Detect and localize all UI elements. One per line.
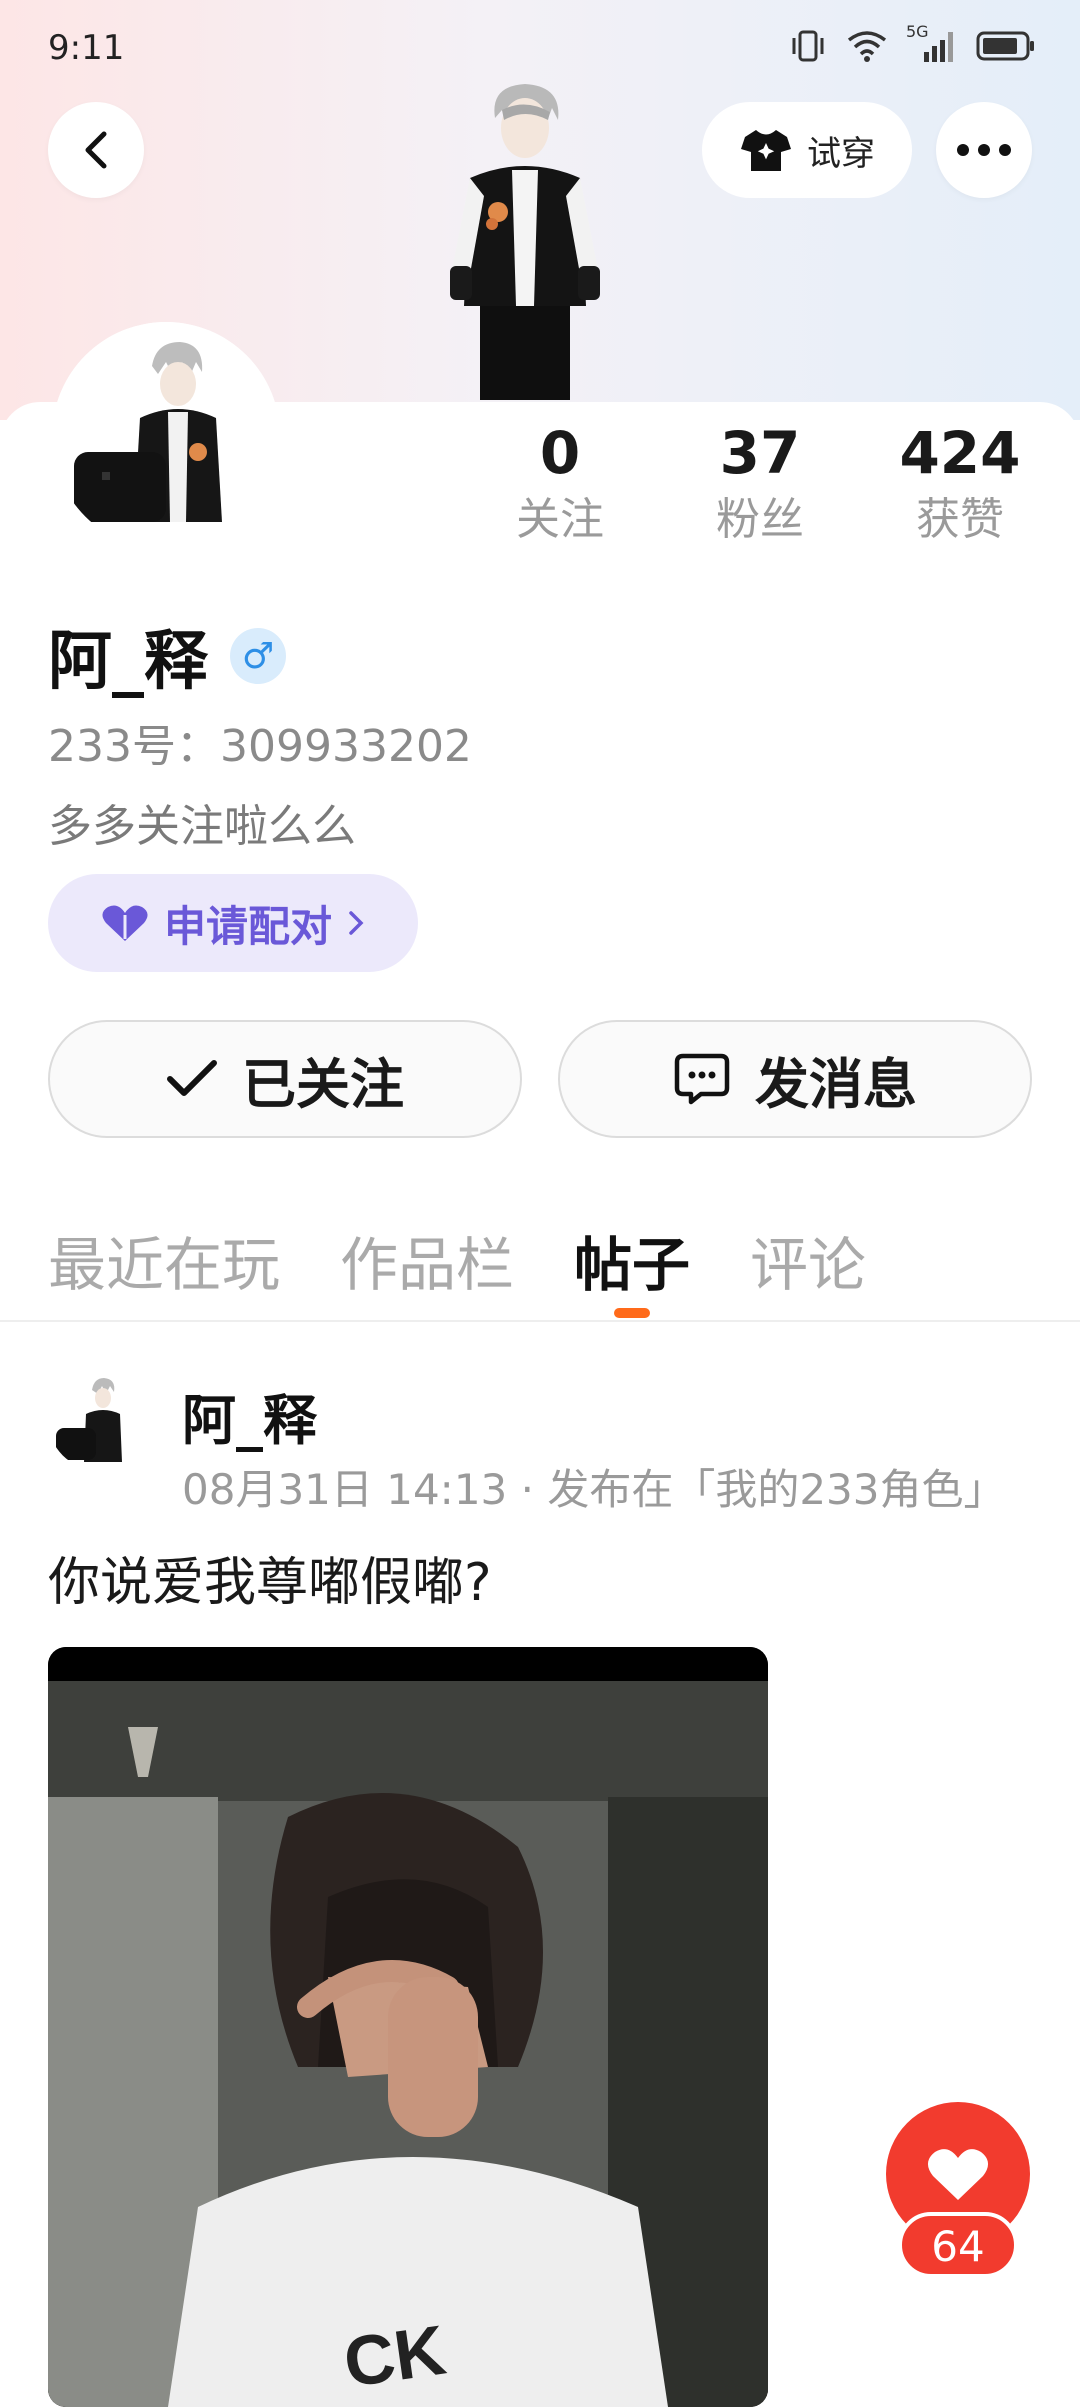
name-row: 阿_释 ♂ (48, 610, 286, 702)
active-tab-indicator (614, 1308, 651, 1318)
wifi-icon (847, 31, 887, 62)
post-image[interactable]: CK (48, 1647, 768, 2407)
stat-label: 获赞 (916, 494, 1004, 545)
avatar-character-illustration (450, 84, 600, 400)
svg-text:CK: CK (339, 2311, 450, 2402)
profile-uid: 233号：309933202 (48, 721, 472, 772)
apply-pair-button[interactable]: 申请配对 (48, 874, 418, 972)
tryon-label: 试穿 (807, 133, 875, 174)
follow-label: 已关注 (242, 1052, 404, 1116)
signal-icon: 5G (906, 22, 958, 64)
message-label: 发消息 (755, 1052, 917, 1116)
post-author-avatar[interactable] (48, 1370, 148, 1470)
male-gender-icon: ♂ (230, 628, 286, 684)
post-avatar-image (48, 1370, 148, 1470)
stat-value: 0 (539, 419, 581, 487)
tab-works[interactable]: 作品栏 (340, 1218, 514, 1302)
check-icon (167, 1060, 217, 1096)
message-bubble-icon (674, 1053, 730, 1105)
chevron-right-icon (349, 911, 364, 935)
profile-name: 阿_释 (48, 625, 208, 699)
battery-icon (976, 31, 1034, 61)
tshirt-icon (741, 130, 791, 171)
stat-label: 关注 (516, 494, 604, 545)
tab-divider (0, 1320, 1080, 1322)
profile-bio: 多多关注啦么么 (48, 801, 356, 852)
followed-button[interactable]: 已关注 (48, 1020, 522, 1138)
profile-avatar[interactable] (52, 322, 280, 550)
post-meta: 08月31日 14:13 · 发布在「我的233角色」 (182, 1465, 1006, 1514)
tab-posts[interactable]: 帖子 (574, 1218, 691, 1318)
post-photo: CK (48, 1647, 768, 2407)
more-dots-icon (957, 144, 1011, 156)
send-message-button[interactable]: 发消息 (558, 1020, 1032, 1138)
post-text: 你说爱我尊嘟假嘟? (48, 1553, 492, 1613)
post-author-name[interactable]: 阿_释 (182, 1376, 317, 1455)
avatar-image (52, 322, 280, 550)
heart-icon (927, 2149, 989, 2200)
back-arrow-icon (85, 131, 107, 169)
profile-tabs: 最近在玩 作品栏 帖子 评论 (48, 1218, 866, 1318)
heart-pair-icon (102, 905, 148, 941)
stat-likes[interactable]: 424 获赞 (880, 418, 1040, 548)
stat-following[interactable]: 0 关注 (480, 418, 640, 548)
pair-label: 申请配对 (163, 901, 332, 951)
gender-symbol: ♂ (241, 635, 275, 677)
status-time: 9:11 (48, 28, 125, 68)
tab-comments[interactable]: 评论 (750, 1218, 866, 1302)
stat-label: 粉丝 (716, 494, 804, 545)
stat-followers[interactable]: 37 粉丝 (680, 418, 840, 548)
vibrate-icon (792, 30, 824, 62)
back-button[interactable] (48, 102, 144, 198)
tab-posts-label: 帖子 (574, 1231, 691, 1299)
like-count-badge: 64 (898, 2212, 1018, 2278)
tab-recently-played[interactable]: 最近在玩 (48, 1218, 280, 1302)
more-button[interactable] (936, 102, 1032, 198)
status-icons: 5G (788, 22, 1036, 66)
profile-stats: 0 关注 37 粉丝 424 获赞 (480, 418, 1040, 548)
tryon-button[interactable]: 试穿 (702, 102, 912, 198)
stat-value: 37 (719, 419, 801, 487)
stat-value: 424 (899, 419, 1021, 487)
